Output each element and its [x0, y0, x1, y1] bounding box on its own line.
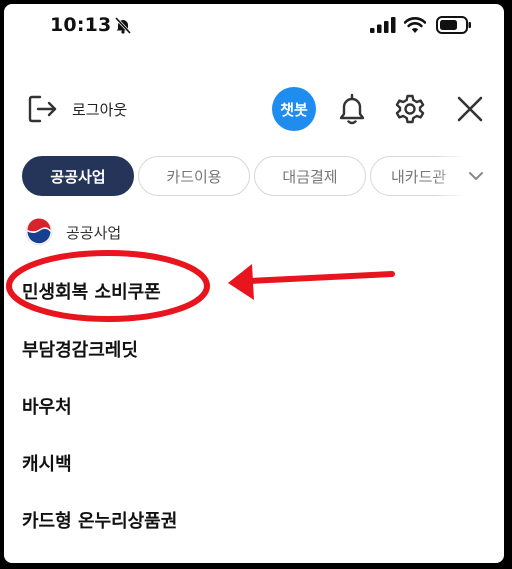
tab-payment[interactable]: 대금결제 — [254, 156, 366, 196]
menu-item-burden-relief-credit[interactable]: 부담경감크레딧 — [22, 336, 138, 362]
signal-icon — [370, 17, 396, 33]
menu-item-onnuri-gift-card[interactable]: 카드형 온누리상품권 — [22, 507, 177, 533]
chatbot-button[interactable]: 챗봇 — [272, 87, 316, 131]
gear-icon[interactable] — [393, 92, 427, 126]
chevron-down-icon[interactable] — [467, 167, 485, 185]
logout-button[interactable]: 로그아웃 — [26, 92, 127, 126]
wifi-icon — [404, 17, 426, 33]
section-title: 공공사업 — [66, 224, 122, 242]
tab-card-usage[interactable]: 카드이용 — [138, 156, 250, 196]
tab-public-projects[interactable]: 공공사업 — [22, 156, 134, 196]
menu-item-cashback[interactable]: 캐시백 — [22, 450, 72, 476]
logout-icon — [28, 95, 57, 123]
logout-label: 로그아웃 — [72, 100, 128, 119]
battery-icon — [436, 16, 471, 34]
mute-icon — [114, 16, 132, 34]
phone-screen: 10:13 로그아웃 챗봇 공공사업 카드이용 대금결제 내카드관 공공사업 민… — [4, 4, 504, 563]
bell-icon[interactable] — [335, 92, 369, 126]
menu-item-voucher[interactable]: 바우처 — [22, 393, 72, 419]
emblem-icon — [25, 218, 53, 246]
menu-item-consumption-coupon[interactable]: 민생회복 소비쿠폰 — [22, 278, 161, 304]
close-icon[interactable] — [453, 92, 487, 126]
status-time: 10:13 — [50, 14, 112, 36]
